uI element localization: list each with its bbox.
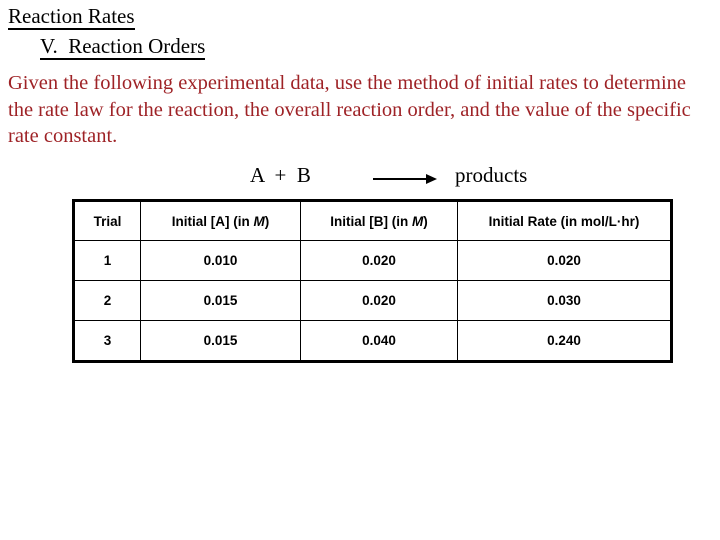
cell-trial: 3: [73, 320, 141, 362]
cell-initial-a: 0.010: [140, 240, 301, 281]
table-row: 2 0.015 0.020 0.030: [73, 280, 672, 321]
cell-initial-a: 0.015: [140, 320, 301, 362]
page-subtitle: V. Reaction Orders: [40, 34, 206, 60]
cell-trial: 1: [73, 240, 141, 281]
cell-initial-a: 0.015: [140, 280, 301, 321]
column-header-initial-b: Initial [B] (in M): [300, 200, 458, 241]
column-header-initial-a-prefix: Initial [A] (in: [171, 213, 254, 229]
arrow-shaft: [373, 178, 431, 180]
arrow-head: [426, 174, 437, 184]
table-header-row: Trial Initial [A] (in M) Initial [B] (in…: [73, 200, 672, 241]
table-row: 1 0.010 0.020 0.020: [73, 240, 672, 281]
column-header-initial-rate: Initial Rate (in mol/L·hr): [457, 200, 672, 241]
experimental-data-table-wrapper: Trial Initial [A] (in M) Initial [B] (in…: [72, 199, 673, 363]
cell-initial-rate: 0.240: [457, 320, 672, 362]
right-arrow-icon: [373, 174, 437, 184]
page-subtitle-text: V. Reaction Orders: [40, 34, 206, 60]
page-title-text: Reaction Rates: [8, 4, 135, 30]
cell-initial-b: 0.020: [300, 280, 458, 321]
column-header-trial: Trial: [73, 200, 141, 241]
page-title: Reaction Rates: [8, 4, 135, 30]
equation-products: products: [455, 163, 528, 187]
cell-initial-b: 0.020: [300, 240, 458, 281]
cell-initial-b: 0.040: [300, 320, 458, 362]
instructions-paragraph: Given the following experimental data, u…: [8, 72, 691, 147]
cell-initial-rate: 0.020: [457, 240, 672, 281]
reaction-equation: A + B products: [0, 162, 720, 192]
column-header-initial-b-prefix: Initial [B] (in: [330, 213, 412, 229]
column-header-initial-a-unit: M: [253, 213, 265, 229]
cell-trial: 2: [73, 280, 141, 321]
equation-reactants: A + B: [250, 163, 311, 187]
experimental-data-table: Trial Initial [A] (in M) Initial [B] (in…: [72, 199, 673, 363]
column-header-initial-b-unit: M: [412, 213, 424, 229]
column-header-initial-b-suffix: ): [423, 213, 428, 229]
cell-initial-rate: 0.030: [457, 280, 672, 321]
table-row: 3 0.015 0.040 0.240: [73, 320, 672, 362]
column-header-initial-a-suffix: ): [264, 213, 270, 229]
slide-canvas: Reaction Rates V. Reaction Orders Given …: [0, 0, 720, 540]
table-header: Trial Initial [A] (in M) Initial [B] (in…: [73, 200, 672, 241]
table-body: 1 0.010 0.020 0.020 2 0.015 0.020 0.030 …: [73, 240, 672, 362]
column-header-initial-a: Initial [A] (in M): [140, 200, 301, 241]
